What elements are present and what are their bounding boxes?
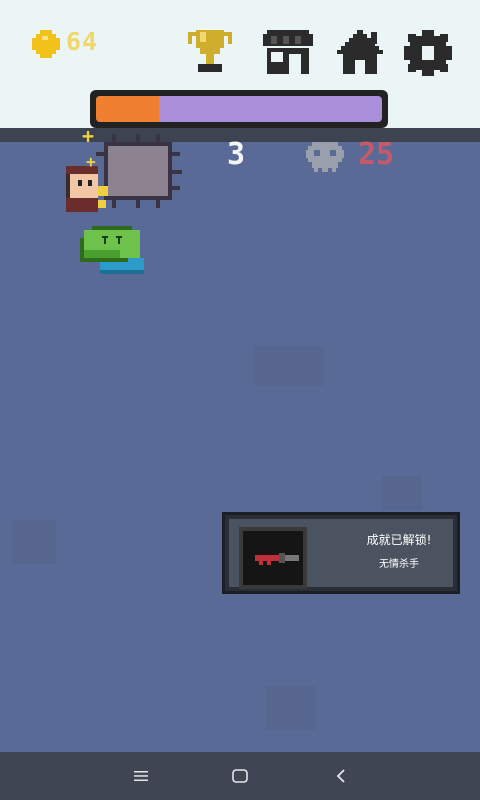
progress-fill bbox=[96, 96, 159, 122]
buff-plus-icon: + bbox=[86, 152, 96, 171]
knife-icon bbox=[255, 553, 299, 565]
shop-icon[interactable] bbox=[263, 30, 313, 74]
skull-icon bbox=[306, 142, 344, 172]
back-icon[interactable] bbox=[331, 766, 351, 786]
background-shadow bbox=[382, 476, 422, 510]
kill-count: 3 bbox=[227, 137, 246, 172]
target-count: 25 bbox=[358, 137, 395, 172]
trophy-icon[interactable] bbox=[186, 30, 234, 74]
toast-title: 成就已解锁! bbox=[366, 533, 432, 547]
progress-track bbox=[96, 96, 382, 122]
home-circle-icon[interactable] bbox=[230, 766, 250, 786]
level-progress-bar bbox=[90, 90, 388, 128]
home-icon[interactable] bbox=[335, 30, 385, 74]
slime-enemy bbox=[80, 226, 144, 274]
menu-icon[interactable] bbox=[131, 766, 151, 786]
gear-icon[interactable] bbox=[404, 30, 452, 76]
coin-count: 64 bbox=[66, 27, 99, 56]
system-nav-bar bbox=[0, 752, 480, 800]
buff-plus-icon: + bbox=[82, 124, 95, 148]
background-shadow bbox=[12, 520, 56, 564]
achievement-name: 无情杀手 bbox=[379, 559, 419, 570]
coin-icon bbox=[32, 30, 60, 58]
achievement-toast: 成就已解锁! 无情杀手 bbox=[222, 512, 460, 594]
toast-panel: 成就已解锁! 无情杀手 bbox=[229, 519, 453, 589]
background-shadow bbox=[266, 686, 316, 730]
background-shadow bbox=[254, 346, 324, 386]
achievement-icon-frame bbox=[239, 527, 307, 589]
